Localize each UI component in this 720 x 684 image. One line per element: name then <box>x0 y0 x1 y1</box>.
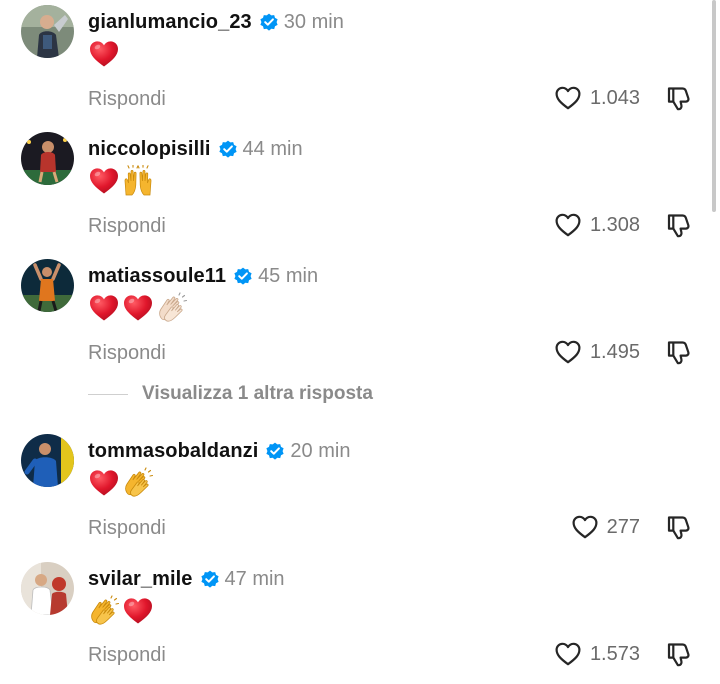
view-replies-button[interactable]: Visualizza 1 altra risposta <box>88 380 373 408</box>
avatar[interactable] <box>21 132 74 185</box>
reply-button[interactable]: Rispondi <box>88 517 166 540</box>
username[interactable]: matiassoule11 <box>88 265 226 288</box>
reply-button[interactable]: Rispondi <box>88 644 166 667</box>
replies-divider <box>88 393 128 395</box>
comment-item: svilar_mile 47 min Rispondi 1.573 <box>0 562 720 682</box>
like-count: 1.043 <box>589 86 640 109</box>
comment-item: gianlumancio_23 30 min Rispondi 1.043 <box>0 5 720 125</box>
timestamp: 44 min <box>242 137 303 160</box>
heart-outline-icon <box>554 640 582 668</box>
red-heart-emoji-icon <box>122 292 154 324</box>
thumbs-down-icon[interactable] <box>664 640 692 668</box>
username[interactable]: gianlumancio_23 <box>88 11 252 34</box>
red-heart-emoji-icon <box>88 467 120 499</box>
like-button[interactable]: 1.573 <box>554 638 640 670</box>
username[interactable]: svilar_mile <box>88 568 193 591</box>
clapping-hands-emoji-icon <box>156 292 188 324</box>
red-heart-emoji-icon <box>88 292 120 324</box>
avatar[interactable] <box>21 259 74 312</box>
comment-header: tommasobaldanzi 20 min <box>88 436 350 466</box>
like-button[interactable]: 277 <box>571 511 640 543</box>
view-replies-label: Visualizza 1 altra risposta <box>142 383 373 404</box>
like-button[interactable]: 1.308 <box>554 209 640 241</box>
avatar[interactable] <box>21 562 74 615</box>
comment-header: gianlumancio_23 30 min <box>88 7 344 37</box>
like-button[interactable]: 1.043 <box>554 82 640 114</box>
reply-button[interactable]: Rispondi <box>88 215 166 238</box>
verified-badge-icon <box>265 441 285 461</box>
like-count: 1.495 <box>589 340 640 363</box>
red-heart-emoji-icon <box>88 38 120 70</box>
heart-outline-icon <box>554 84 582 112</box>
red-heart-emoji-icon <box>88 165 120 197</box>
thumbs-down-icon[interactable] <box>664 338 692 366</box>
avatar[interactable] <box>21 5 74 58</box>
username[interactable]: tommasobaldanzi <box>88 440 258 463</box>
username[interactable]: niccolopisilli <box>88 138 211 161</box>
red-heart-emoji-icon <box>122 595 154 627</box>
comment-item: tommasobaldanzi 20 min Rispondi 277 <box>0 434 720 554</box>
avatar[interactable] <box>21 434 74 487</box>
thumbs-down-icon[interactable] <box>664 513 692 541</box>
timestamp: 20 min <box>290 439 351 462</box>
comment-item: niccolopisilli 44 min Rispondi 1.308 <box>0 132 720 252</box>
clapping-hands-emoji-icon <box>88 595 120 627</box>
like-count: 1.308 <box>589 213 640 236</box>
verified-badge-icon <box>259 12 279 32</box>
thumbs-down-icon[interactable] <box>664 84 692 112</box>
comment-text <box>88 595 154 627</box>
timestamp: 45 min <box>258 264 319 287</box>
comment-text <box>88 165 154 197</box>
reply-button[interactable]: Rispondi <box>88 88 166 111</box>
verified-badge-icon <box>218 139 238 159</box>
heart-outline-icon <box>554 338 582 366</box>
comments-panel: gianlumancio_23 30 min Rispondi 1.043 ni… <box>0 0 720 684</box>
like-button[interactable]: 1.495 <box>554 336 640 368</box>
timestamp: 30 min <box>283 10 344 33</box>
raising-hands-emoji-icon <box>122 165 154 197</box>
comment-item: matiassoule11 45 min Rispondi 1.495 <box>0 259 720 379</box>
heart-outline-icon <box>571 513 599 541</box>
verified-badge-icon <box>200 569 220 589</box>
thumbs-down-icon[interactable] <box>664 211 692 239</box>
comment-text <box>88 292 188 324</box>
heart-outline-icon <box>554 211 582 239</box>
like-count: 1.573 <box>589 642 640 665</box>
comment-text <box>88 467 154 499</box>
clapping-hands-emoji-icon <box>122 467 154 499</box>
scrollbar[interactable] <box>712 0 716 212</box>
reply-button[interactable]: Rispondi <box>88 342 166 365</box>
comment-header: svilar_mile 47 min <box>88 564 285 594</box>
timestamp: 47 min <box>224 567 285 590</box>
comment-header: matiassoule11 45 min <box>88 261 318 291</box>
comment-header: niccolopisilli 44 min <box>88 134 303 164</box>
verified-badge-icon <box>233 266 253 286</box>
like-count: 277 <box>606 515 640 538</box>
comment-text <box>88 38 120 70</box>
